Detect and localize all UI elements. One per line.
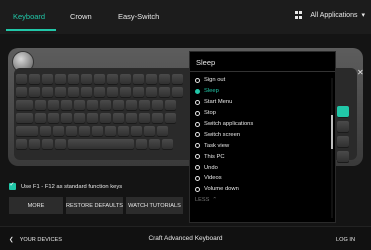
- radio-icon: [195, 175, 200, 181]
- radio-icon: [195, 154, 200, 160]
- option-label: This PC: [204, 153, 225, 160]
- radio-icon: [195, 165, 200, 171]
- more-button[interactable]: MORE: [9, 197, 63, 214]
- restore-defaults-button[interactable]: RESTORE DEFAULTS: [66, 197, 123, 214]
- application-selector[interactable]: All Applications ▾: [294, 11, 365, 19]
- radio-icon: [195, 99, 200, 105]
- option-label: Switch screen: [204, 131, 241, 138]
- radio-icon: [195, 121, 200, 127]
- watch-tutorials-button[interactable]: WATCH TUTORIALS: [126, 197, 183, 214]
- chevron-down-icon: ▾: [361, 12, 365, 19]
- radio-icon: [195, 77, 200, 83]
- login-button[interactable]: LOG IN: [336, 237, 355, 243]
- option-sign-out[interactable]: Sign out: [195, 75, 327, 86]
- tab-easy-switch[interactable]: Easy-Switch: [118, 12, 159, 21]
- dropdown-title: Sleep: [196, 58, 216, 67]
- tab-keyboard[interactable]: Keyboard: [13, 12, 45, 21]
- option-start-menu[interactable]: Start Menu: [195, 97, 327, 108]
- divider: [190, 71, 335, 72]
- top-navigation: Keyboard Crown Easy-Switch All Applicati…: [0, 0, 371, 34]
- tab-crown[interactable]: Crown: [70, 12, 92, 21]
- option-label: Stop: [204, 110, 216, 117]
- option-stop[interactable]: Stop: [195, 108, 327, 119]
- radio-selected-icon: [195, 88, 200, 94]
- radio-icon: [195, 143, 200, 149]
- option-label: Volume down: [204, 186, 239, 193]
- option-videos[interactable]: Videos: [195, 173, 327, 184]
- dropdown-scrollbar[interactable]: [331, 78, 333, 218]
- radio-icon: [195, 110, 200, 116]
- fkeys-option[interactable]: Use F1 - F12 as standard function keys: [9, 181, 123, 190]
- chevron-up-icon: ⌃: [212, 197, 217, 203]
- less-label: LESS: [195, 197, 210, 203]
- key-grid: [16, 74, 190, 152]
- radio-icon: [195, 186, 200, 192]
- product-name: Craft Advanced Keyboard: [148, 235, 223, 242]
- option-label: Sign out: [204, 77, 226, 84]
- option-sleep[interactable]: Sleep: [195, 86, 327, 97]
- option-label: Undo: [204, 164, 218, 171]
- less-toggle[interactable]: LESS ⌃: [195, 197, 217, 203]
- option-label: Task view: [204, 142, 230, 149]
- radio-icon: [195, 132, 200, 138]
- option-label: Start Menu: [204, 99, 233, 106]
- option-switch-screen[interactable]: Switch screen: [195, 129, 327, 140]
- option-label: Videos: [204, 175, 222, 182]
- scrollbar-thumb[interactable]: [331, 115, 333, 149]
- action-dropdown: Sleep Sign out Sleep Start Menu Stop Swi…: [189, 51, 336, 223]
- close-icon[interactable]: ✕: [357, 68, 364, 77]
- grid-icon: [294, 11, 303, 19]
- option-volume-down[interactable]: Volume down: [195, 184, 327, 195]
- application-selector-label: All Applications: [310, 11, 358, 19]
- fkeys-checkbox-label: Use F1 - F12 as standard function keys: [21, 183, 123, 190]
- option-label: Sleep: [204, 88, 219, 95]
- option-this-pc[interactable]: This PC: [195, 151, 327, 162]
- option-switch-applications[interactable]: Switch applications: [195, 119, 327, 130]
- active-tab-indicator: [6, 29, 56, 31]
- option-label: Switch applications: [204, 121, 254, 127]
- bottom-bar: ❮ YOUR DEVICES Craft Advanced Keyboard L…: [0, 226, 371, 250]
- option-task-view[interactable]: Task view: [195, 140, 327, 151]
- option-undo[interactable]: Undo: [195, 162, 327, 173]
- fkeys-checkbox[interactable]: [9, 181, 16, 190]
- option-list: Sign out Sleep Start Menu Stop Switch ap…: [195, 75, 327, 195]
